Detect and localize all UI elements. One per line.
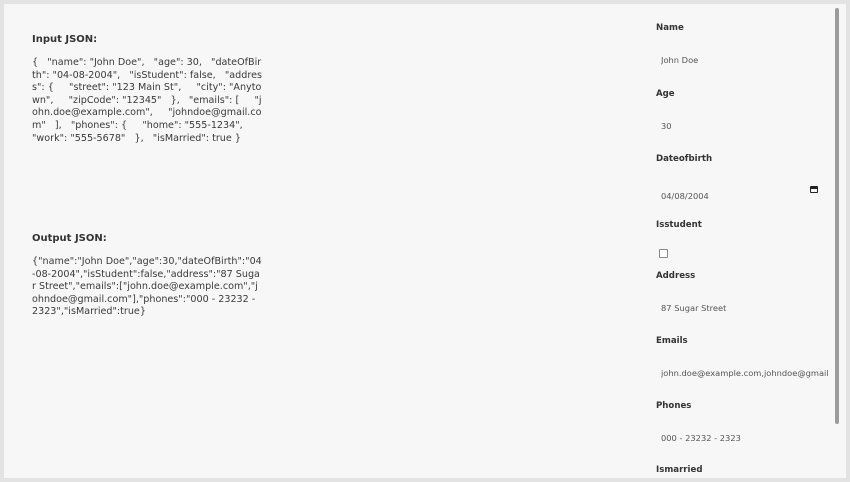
name-field: Name bbox=[656, 23, 829, 67]
isstudent-field: Isstudent bbox=[656, 220, 828, 258]
dateofbirth-label: Dateofbirth bbox=[656, 154, 713, 164]
phones-label: Phones bbox=[656, 401, 692, 411]
scrollbar-thumb[interactable] bbox=[835, 8, 839, 424]
dateofbirth-field: Dateofbirth 04/08/2004 bbox=[656, 154, 828, 201]
isstudent-label: Isstudent bbox=[656, 220, 702, 230]
calendar-icon[interactable] bbox=[810, 186, 818, 193]
output-json-section: Output JSON: {"name":"John Doe","age":30… bbox=[32, 233, 262, 319]
input-json-section: Input JSON: { "name": "John Doe", "age":… bbox=[32, 34, 262, 145]
emails-input[interactable] bbox=[656, 366, 829, 380]
app-frame: Input JSON: { "name": "John Doe", "age":… bbox=[4, 4, 846, 478]
input-json-text: { "name": "John Doe", "age": 30, "dateOf… bbox=[32, 57, 262, 144]
input-json-title: Input JSON: bbox=[32, 34, 98, 45]
ismarried-label: Ismarried bbox=[656, 465, 703, 475]
age-field: Age bbox=[656, 89, 829, 133]
output-json-text: {"name":"John Doe","age":30,"dateOfBirth… bbox=[32, 256, 262, 318]
ismarried-field: Ismarried bbox=[656, 465, 828, 475]
name-input[interactable] bbox=[656, 53, 829, 67]
age-input[interactable] bbox=[656, 119, 829, 133]
form-scrollbar[interactable] bbox=[834, 4, 840, 478]
address-label: Address bbox=[656, 271, 696, 281]
phones-field: Phones bbox=[656, 401, 829, 445]
dateofbirth-value: 04/08/2004 bbox=[661, 191, 709, 201]
age-label: Age bbox=[656, 89, 675, 99]
phones-input[interactable] bbox=[656, 431, 829, 445]
address-field: Address bbox=[656, 271, 829, 315]
emails-label: Emails bbox=[656, 336, 688, 346]
output-json-title: Output JSON: bbox=[32, 233, 107, 244]
dateofbirth-input[interactable]: 04/08/2004 bbox=[656, 184, 828, 201]
generated-form: Name Age Dateofbirth 04/08/2004 Isstuden… bbox=[656, 4, 834, 478]
isstudent-checkbox[interactable] bbox=[659, 249, 668, 258]
name-label: Name bbox=[656, 23, 684, 33]
emails-field: Emails bbox=[656, 336, 829, 380]
address-input[interactable] bbox=[656, 301, 829, 315]
